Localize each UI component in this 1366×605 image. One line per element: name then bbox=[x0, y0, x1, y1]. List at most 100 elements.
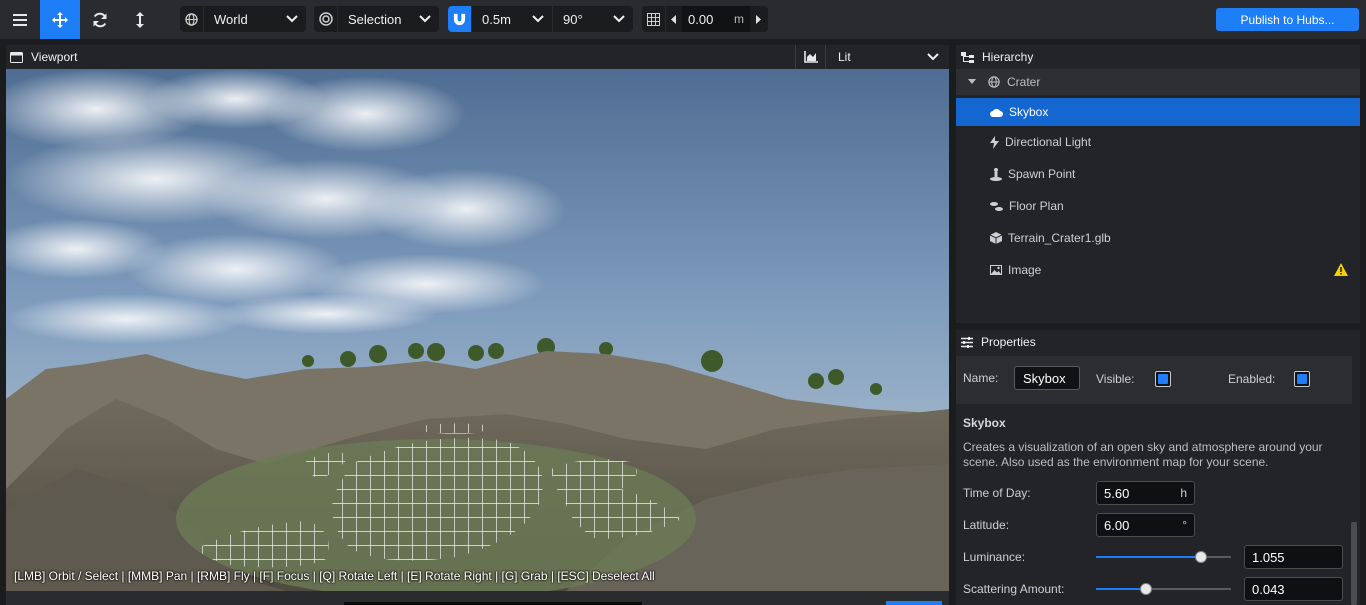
hierarchy-item-label: Image bbox=[1008, 263, 1042, 277]
chart-area-icon bbox=[803, 51, 818, 63]
grid-decrease-button[interactable] bbox=[666, 6, 682, 32]
space-mode-select[interactable]: World bbox=[204, 6, 306, 32]
time-of-day-input[interactable]: 5.60 h bbox=[1096, 481, 1195, 505]
properties-panel: Properties Name: Skybox Visible: Enabled… bbox=[956, 330, 1360, 605]
hierarchy-item-image[interactable]: Image bbox=[956, 254, 1360, 286]
asset-panel-tab[interactable] bbox=[886, 601, 942, 605]
hierarchy-item-floor-plan[interactable]: Floor Plan bbox=[956, 190, 1360, 222]
chevron-down-icon bbox=[613, 15, 625, 23]
enabled-checkbox[interactable] bbox=[1294, 371, 1310, 387]
spawn-point-icon bbox=[990, 167, 1002, 181]
hierarchy-root-item[interactable]: Crater bbox=[956, 69, 1360, 95]
toolbar: World Selection 0.5m 90° 0.00 m Publish … bbox=[0, 0, 1366, 39]
rotation-snap-value: 90° bbox=[563, 11, 583, 27]
name-label: Name: bbox=[963, 371, 999, 385]
chevron-down-icon bbox=[286, 15, 298, 23]
snap-group: 0.5m 90° bbox=[448, 6, 633, 32]
grid-icon bbox=[642, 6, 666, 32]
render-mode-value: Lit bbox=[838, 50, 851, 64]
translation-snap-select[interactable]: 0.5m bbox=[472, 6, 552, 32]
magnet-icon bbox=[453, 13, 466, 25]
viewport-footer bbox=[6, 591, 949, 605]
chevron-down-icon bbox=[419, 15, 431, 23]
hierarchy-title: Hierarchy bbox=[982, 50, 1034, 64]
caret-right-icon bbox=[756, 14, 761, 24]
hierarchy-item-spawn-point[interactable]: Spawn Point bbox=[956, 158, 1360, 190]
name-input[interactable]: Skybox bbox=[1014, 366, 1080, 390]
component-title: Skybox bbox=[963, 416, 1006, 430]
caret-left-icon bbox=[671, 14, 676, 24]
scene-render bbox=[6, 69, 949, 591]
visible-checkbox[interactable] bbox=[1155, 371, 1171, 387]
stats-button[interactable] bbox=[795, 45, 825, 69]
sync-icon bbox=[93, 12, 107, 27]
time-of-day-label: Time of Day: bbox=[963, 486, 1031, 500]
checkbox-checked-indicator bbox=[1158, 374, 1168, 384]
scattering-input[interactable]: 0.043 bbox=[1244, 577, 1343, 601]
hierarchy-root-label: Crater bbox=[1007, 75, 1041, 89]
slider-thumb[interactable] bbox=[1140, 583, 1152, 595]
grid-height-input[interactable]: 0.00 m bbox=[682, 6, 750, 32]
window-icon bbox=[10, 51, 23, 63]
grid-height-value: 0.00 bbox=[688, 11, 714, 27]
viewport-canvas[interactable]: [LMB] Orbit / Select | [MMB] Pan | [RMB]… bbox=[6, 69, 949, 591]
arrows-vertical-icon bbox=[136, 11, 144, 28]
visible-label: Visible: bbox=[1096, 372, 1135, 386]
enabled-label: Enabled: bbox=[1228, 372, 1276, 386]
hierarchy-item-label: Directional Light bbox=[1005, 135, 1092, 149]
hierarchy-item-label: Floor Plan bbox=[1009, 199, 1064, 213]
properties-title: Properties bbox=[981, 335, 1036, 349]
translation-snap-value: 0.5m bbox=[482, 11, 511, 27]
hierarchy-header: Hierarchy bbox=[956, 45, 1360, 69]
pivot-group: Selection bbox=[314, 6, 439, 32]
checkbox-checked-indicator bbox=[1297, 374, 1307, 384]
space-mode-value: World bbox=[214, 11, 248, 27]
viewport-title: Viewport bbox=[6, 50, 77, 64]
pivot-value: Selection bbox=[348, 11, 402, 27]
scattering-value: 0.043 bbox=[1252, 581, 1285, 597]
scattering-label: Scattering Amount: bbox=[963, 582, 1065, 596]
hierarchy-item-terrain[interactable]: Terrain_Crater1.glb bbox=[956, 222, 1360, 254]
hierarchy-item-label: Spawn Point bbox=[1008, 167, 1076, 181]
globe-icon bbox=[180, 6, 204, 32]
grid-group: 0.00 m bbox=[642, 6, 768, 32]
scale-tool-button[interactable] bbox=[120, 0, 160, 39]
slider-thumb[interactable] bbox=[1195, 551, 1207, 563]
latitude-label: Latitude: bbox=[963, 518, 1010, 532]
rotation-snap-select[interactable]: 90° bbox=[553, 6, 633, 32]
render-mode-select[interactable]: Lit bbox=[825, 45, 949, 69]
hierarchy-item-skybox[interactable]: Skybox bbox=[956, 98, 1360, 126]
menu-button[interactable] bbox=[0, 0, 40, 39]
target-icon bbox=[314, 6, 338, 32]
globe-icon bbox=[988, 76, 1000, 88]
viewport-header: Viewport Lit bbox=[6, 45, 949, 69]
sitemap-icon bbox=[961, 51, 974, 63]
latitude-value: 6.00 bbox=[1104, 517, 1130, 533]
component-description: Creates a visualization of an open sky a… bbox=[963, 440, 1323, 469]
latitude-input[interactable]: 6.00 ° bbox=[1096, 513, 1195, 537]
chevron-down-icon bbox=[532, 15, 544, 23]
caret-down-icon bbox=[968, 79, 976, 84]
hierarchy-item-label: Terrain_Crater1.glb bbox=[1008, 231, 1111, 245]
warning-icon bbox=[1334, 263, 1348, 276]
luminance-slider[interactable] bbox=[1096, 551, 1231, 563]
image-icon bbox=[990, 265, 1002, 275]
viewport-controls-hint: [LMB] Orbit / Select | [MMB] Pan | [RMB]… bbox=[14, 569, 655, 583]
snap-toggle-button[interactable] bbox=[448, 6, 472, 32]
bolt-icon bbox=[990, 135, 999, 149]
luminance-label: Luminance: bbox=[963, 550, 1026, 564]
slider-fill bbox=[1096, 556, 1201, 558]
translate-tool-button[interactable] bbox=[40, 0, 80, 39]
properties-scrollbar[interactable] bbox=[1351, 522, 1357, 605]
hierarchy-item-directional-light[interactable]: Directional Light bbox=[956, 126, 1360, 158]
time-of-day-value: 5.60 bbox=[1104, 485, 1130, 501]
scattering-slider[interactable] bbox=[1096, 583, 1231, 595]
grid-unit: m bbox=[734, 12, 744, 26]
grid-increase-button[interactable] bbox=[750, 6, 766, 32]
rotate-tool-button[interactable] bbox=[80, 0, 120, 39]
name-row: Name: Skybox Visible: Enabled: bbox=[956, 356, 1352, 404]
latitude-unit: ° bbox=[1182, 518, 1187, 532]
luminance-input[interactable]: 1.055 bbox=[1244, 545, 1343, 569]
pivot-select[interactable]: Selection bbox=[338, 6, 439, 32]
publish-button[interactable]: Publish to Hubs... bbox=[1216, 8, 1359, 31]
